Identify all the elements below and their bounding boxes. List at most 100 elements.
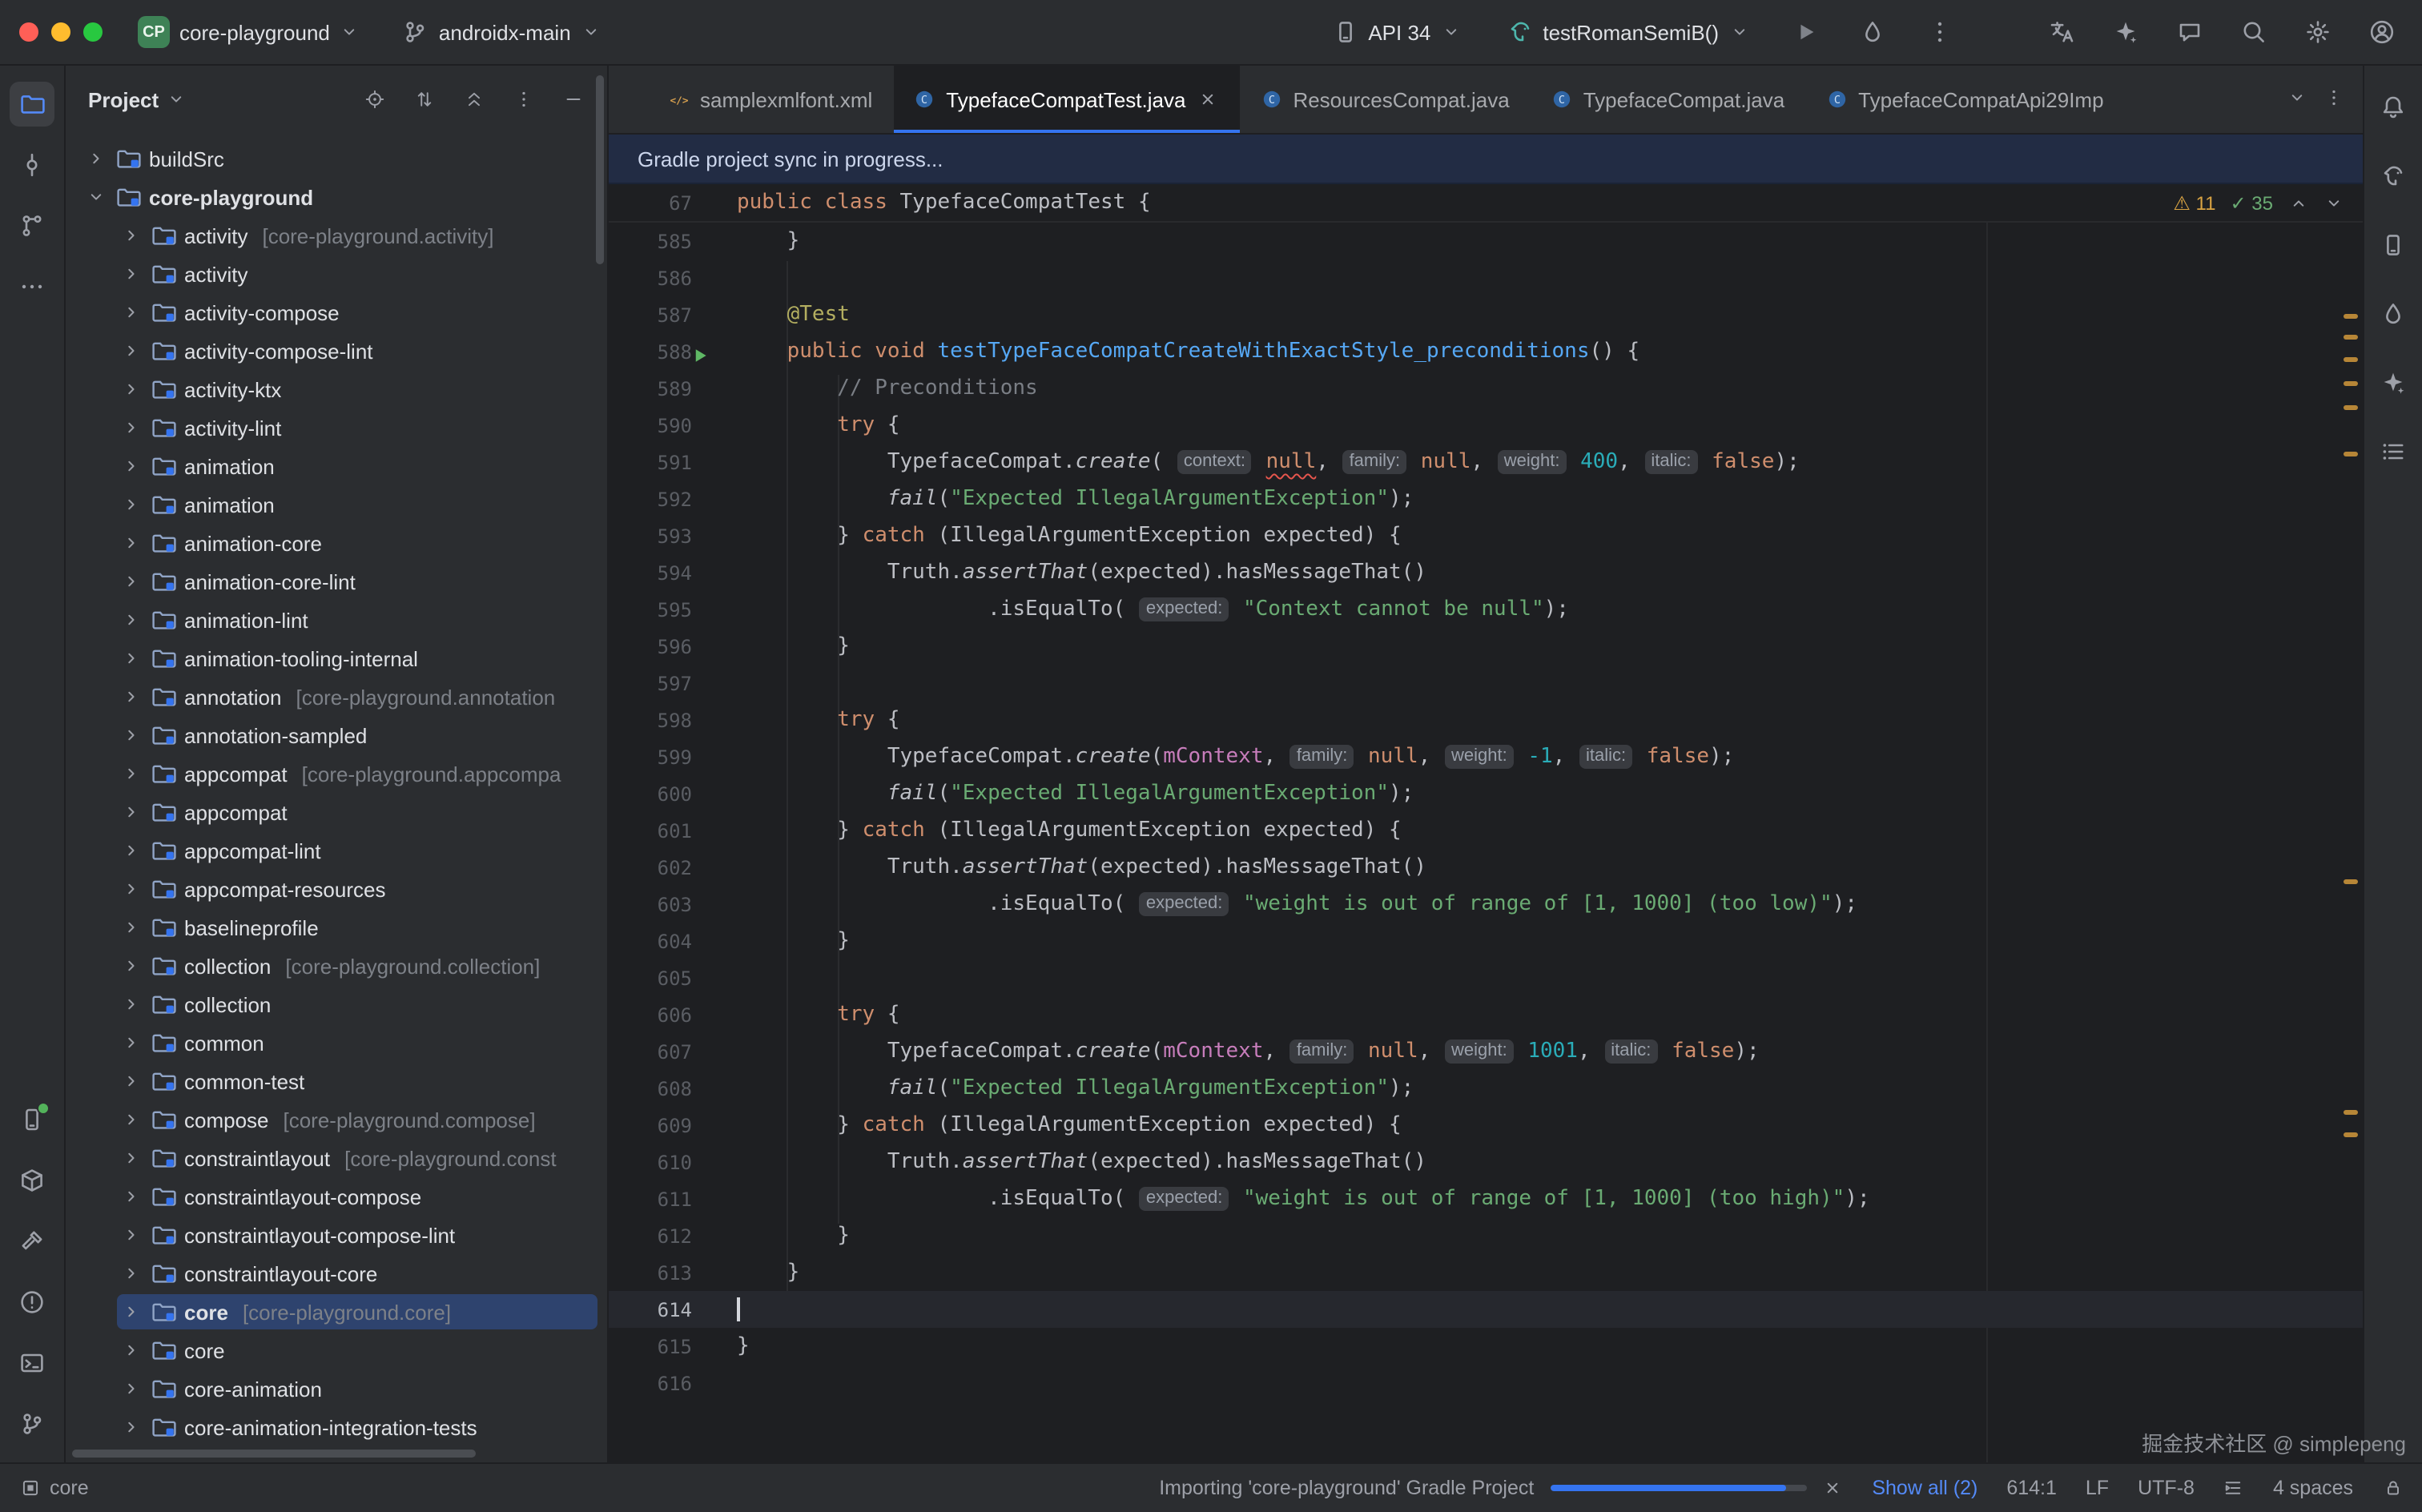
line-number[interactable]: 595 [609,598,714,621]
line-number[interactable]: 586 [609,267,714,289]
line-number[interactable]: 604 [609,930,714,952]
lock-icon[interactable] [2382,1478,2403,1498]
tree-item-appcompat-resources[interactable]: appcompat-resources [66,870,607,908]
line-separator[interactable]: LF [2086,1477,2109,1499]
tree-horizontal-scrollbar[interactable] [72,1450,476,1458]
ai-assistant-button[interactable] [2105,11,2146,53]
editor-tab-TypefaceCompat.java[interactable]: CTypefaceCompat.java [1531,66,1805,133]
tree-item-animation[interactable]: animation [66,485,607,524]
tool-window-button-profiler[interactable] [2371,292,2416,336]
warning-stripe-mark[interactable] [2344,335,2358,340]
line-number[interactable]: 590 [609,414,714,436]
run-test-gutter-icon[interactable] [690,345,710,369]
tree-vertical-scrollbar[interactable] [596,75,604,264]
tree-item-activity-compose[interactable]: activity-compose [66,293,607,332]
tree-item-animation-lint[interactable]: animation-lint [66,601,607,639]
translate-button[interactable] [2041,11,2082,53]
tree-item-constraintlayout-compose-lint[interactable]: constraintlayout-compose-lint [66,1216,607,1254]
line-number[interactable]: 599 [609,746,714,768]
tree-item-constraintlayout[interactable]: constraintlayout[core-playground.const [66,1139,607,1177]
warning-stripe-mark[interactable] [2344,1110,2358,1115]
run-button[interactable] [1784,11,1826,53]
tool-window-button-running-devices[interactable] [10,1097,54,1142]
run-configuration-selector[interactable]: testRomanSemiB() [1496,12,1759,52]
tree-item-core-playground[interactable]: core-playground [66,178,607,216]
swap-button[interactable] [407,82,442,117]
locate-button[interactable] [357,82,392,117]
line-number[interactable]: 589 [609,377,714,400]
tree-item-appcompat-lint[interactable]: appcompat-lint [66,831,607,870]
fullscreen-window-button[interactable] [83,22,103,42]
line-number[interactable]: 606 [609,1003,714,1026]
chat-button[interactable] [2169,11,2211,53]
tree-item-activity[interactable]: activity[core-playground.activity] [66,216,607,255]
line-number[interactable]: 612 [609,1224,714,1247]
tree-item-collection[interactable]: collection[core-playground.collection] [66,947,607,985]
device-selector[interactable]: API 34 [1322,12,1470,52]
line-number[interactable]: 613 [609,1261,714,1284]
line-number[interactable]: 591 [609,451,714,473]
tool-window-button-vcs-graph[interactable] [10,203,54,248]
tree-item-core-animation[interactable]: core-animation [66,1369,607,1408]
warning-stripe-mark[interactable] [2344,405,2358,410]
tool-window-button-commit[interactable] [10,143,54,187]
line-number[interactable]: 588 [609,340,714,363]
tree-item-activity-compose-lint[interactable]: activity-compose-lint [66,332,607,370]
tree-item-core-animation-integration-tests[interactable]: core-animation-integration-tests [66,1408,607,1446]
minimize-window-button[interactable] [51,22,70,42]
tree-item-annotation-sampled[interactable]: annotation-sampled [66,716,607,754]
line-number[interactable]: 587 [609,304,714,326]
line-number[interactable]: 610 [609,1151,714,1173]
line-number[interactable]: 607 [609,1040,714,1063]
tree-item-core[interactable]: core [66,1331,607,1369]
line-number[interactable]: 603 [609,893,714,915]
tree-item-appcompat[interactable]: appcompat [66,793,607,831]
line-number[interactable]: 597 [609,672,714,694]
tool-window-button-resource-manager[interactable] [10,1158,54,1203]
collapse-all-button[interactable] [457,82,492,117]
tree-item-animation-tooling-internal[interactable]: animation-tooling-internal [66,639,607,678]
line-number[interactable]: 611 [609,1188,714,1210]
line-number[interactable]: 596 [609,635,714,657]
editor-tab-samplexmlfont.xml[interactable]: </>samplexmlfont.xml [647,66,893,133]
hide-button[interactable] [556,82,591,117]
profiler-button[interactable] [1852,11,1893,53]
line-number[interactable]: 600 [609,782,714,805]
warning-stripe-mark[interactable] [2344,381,2358,386]
tool-window-button-problems[interactable] [10,1280,54,1325]
warning-stripe-mark[interactable] [2344,357,2358,362]
line-number[interactable]: 609 [609,1114,714,1136]
tool-window-button-project[interactable] [10,82,54,127]
window-controls[interactable] [19,22,103,42]
line-number[interactable]: 614 [609,1298,714,1321]
warning-stripe-mark[interactable] [2344,452,2358,456]
line-number[interactable]: 605 [609,967,714,989]
tree-item-buildSrc[interactable]: buildSrc [66,139,607,178]
close-window-button[interactable] [19,22,38,42]
tree-item-baselineprofile[interactable]: baselineprofile [66,908,607,947]
line-number[interactable]: 585 [609,230,714,252]
tool-window-button-notifications[interactable] [2371,85,2416,130]
branch-selector[interactable]: androidx-main [392,12,611,52]
tool-window-button-version-control[interactable] [10,1401,54,1446]
show-all-processes-link[interactable]: Show all (2) [1872,1477,1977,1499]
line-number[interactable]: 608 [609,1077,714,1100]
line-number[interactable]: 615 [609,1335,714,1357]
line-number[interactable]: 616 [609,1372,714,1394]
inspections-widget[interactable]: ⚠ 11✓ 35 [2173,191,2363,214]
hidden-tabs-button[interactable] [2286,87,2307,112]
search-button[interactable] [2233,11,2275,53]
settings-button[interactable] [2297,11,2339,53]
tree-item-animation-core-lint[interactable]: animation-core-lint [66,562,607,601]
tree-item-appcompat[interactable]: appcompat[core-playground.appcompa [66,754,607,793]
file-encoding[interactable]: UTF-8 [2138,1477,2195,1499]
line-number[interactable]: 598 [609,709,714,731]
tool-window-button-more[interactable] [10,264,54,309]
indent-setting[interactable]: 4 spaces [2273,1477,2353,1499]
caret-position[interactable]: 614:1 [2006,1477,2057,1499]
more-actions-button[interactable] [1919,11,1961,53]
editor-tab-ResourcesCompat.java[interactable]: CResourcesCompat.java [1240,66,1530,133]
tree-item-collection[interactable]: collection [66,985,607,1023]
tree-item-common[interactable]: common [66,1023,607,1062]
tree-item-common-test[interactable]: common-test [66,1062,607,1100]
